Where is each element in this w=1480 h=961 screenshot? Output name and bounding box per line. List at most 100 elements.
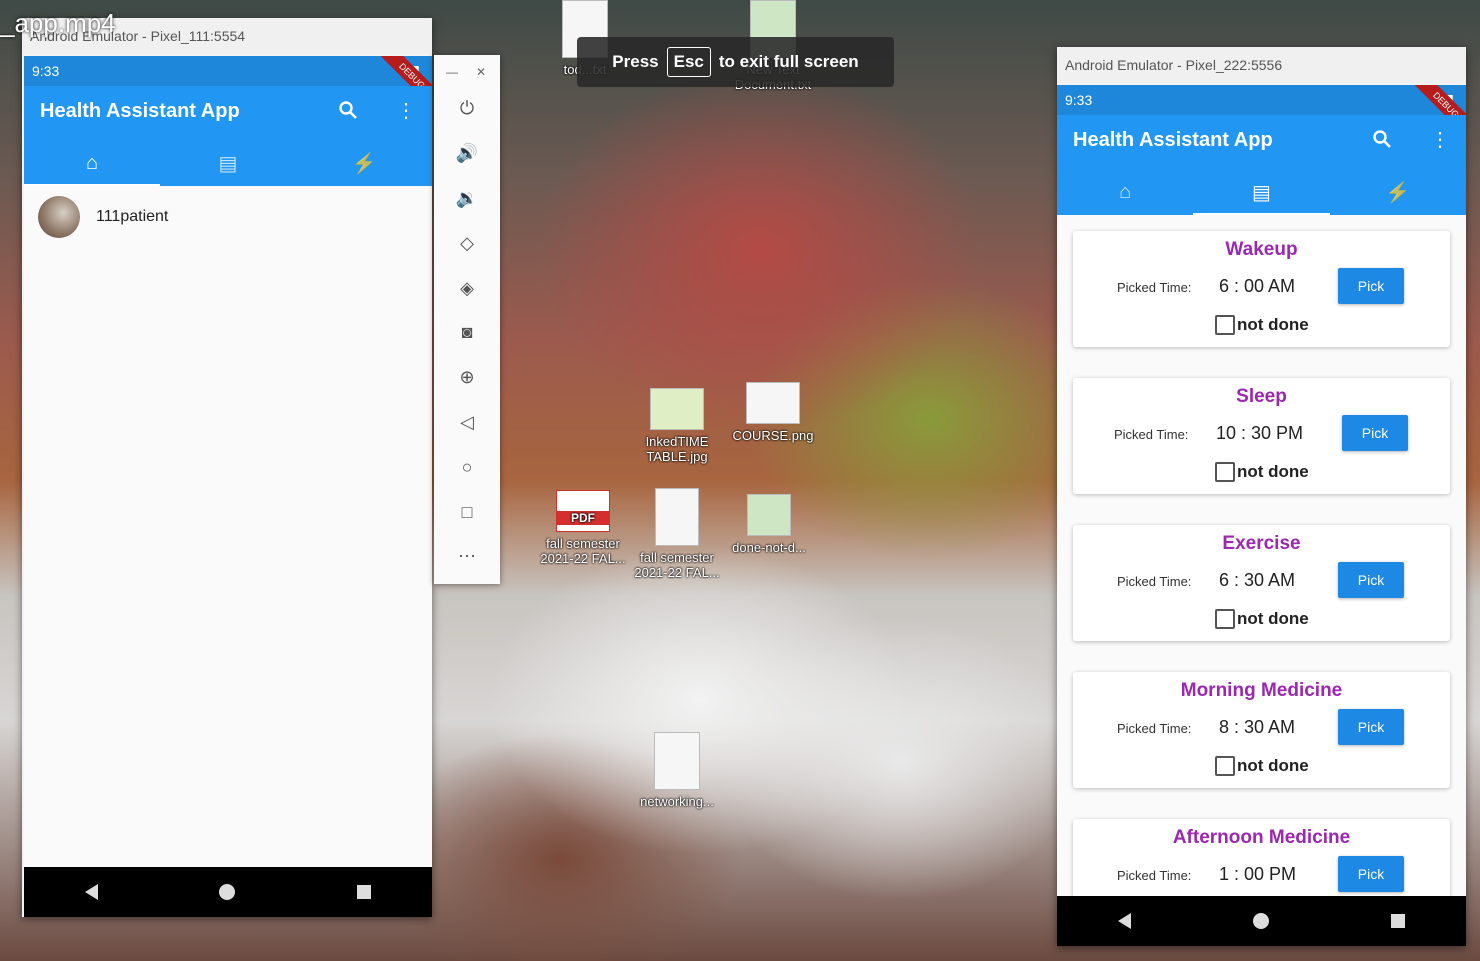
desktop-icon-timetable[interactable]: InkedTIME TABLE.jpg	[632, 388, 722, 464]
tab-list[interactable]: ▤	[1193, 169, 1330, 215]
phone-screen: 9:33 ▾ ▮ DEBUG Health Assistant App ⋮ ⌂ …	[24, 56, 432, 917]
task-title: Exercise	[1222, 533, 1301, 554]
desktop-icon-done-not-done[interactable]: done-not-d...	[724, 494, 814, 555]
picked-time-value: 8 : 30 AM	[1219, 717, 1296, 737]
tab-home[interactable]: ⌂	[24, 140, 160, 186]
back-icon[interactable]	[1118, 913, 1131, 929]
picked-time-value: 6 : 30 AM	[1219, 570, 1296, 590]
power-icon[interactable]: ⏻	[454, 95, 480, 121]
insights-icon: ⚡	[351, 152, 377, 175]
desktop-icon-label: done-not-d...	[732, 540, 806, 555]
tab-stats[interactable]: ⚡	[296, 140, 432, 186]
video-filename-label: _app.mp4	[0, 8, 116, 38]
pick-button[interactable]: Pick	[1338, 856, 1404, 892]
picked-time-label: Picked Time:	[1117, 868, 1192, 883]
avatar	[38, 196, 80, 238]
zoom-icon[interactable]: ⊕	[454, 364, 480, 390]
image-file-icon	[650, 388, 704, 430]
desktop-icon-course[interactable]: COURSE.png	[728, 382, 818, 443]
emulator-controls: — ✕ ⏻ 🔊 🔉 ◇ ◈ ◙ ⊕ ◁ ○ □ ⋯	[434, 55, 500, 584]
status-time: 9:33	[1065, 92, 1093, 108]
task-title: Sleep	[1236, 386, 1287, 407]
pick-button[interactable]: Pick	[1338, 268, 1404, 304]
done-checkbox-row[interactable]: not done	[1215, 315, 1309, 335]
done-checkbox-row[interactable]: not done	[1215, 462, 1309, 482]
close-icon[interactable]: ✕	[476, 65, 486, 79]
camera-icon[interactable]: ◙	[454, 319, 480, 345]
list-item[interactable]: 111patient	[38, 196, 168, 238]
checkbox[interactable]	[1215, 462, 1235, 482]
pick-button[interactable]: Pick	[1338, 709, 1404, 745]
home-circle-icon[interactable]: ○	[454, 454, 480, 480]
task-card: Morning Medicine Picked Time: 8 : 30 AM …	[1073, 672, 1450, 788]
more-icon[interactable]: ⋯	[454, 543, 480, 569]
checkbox[interactable]	[1215, 609, 1235, 629]
image-file-icon	[747, 494, 791, 536]
checkbox-label: not done	[1237, 462, 1309, 481]
app-title: Health Assistant App	[1073, 129, 1273, 151]
home-button-icon[interactable]	[219, 884, 236, 900]
tab-stats[interactable]: ⚡	[1330, 169, 1466, 215]
window-title: Android Emulator - Pixel_222:5556	[1057, 47, 1466, 83]
edge-document-icon	[655, 488, 699, 546]
image-file-icon	[654, 732, 700, 790]
done-checkbox-row[interactable]: not done	[1215, 756, 1309, 776]
notice-exit: to exit full screen	[718, 52, 859, 71]
rotate-right-icon[interactable]: ◈	[454, 275, 480, 301]
pick-button[interactable]: Pick	[1338, 562, 1404, 598]
home-button-icon[interactable]	[1253, 913, 1269, 929]
esc-key: Esc	[666, 47, 711, 77]
back-icon[interactable]	[84, 884, 98, 900]
checkbox-label: not done	[1237, 315, 1309, 334]
more-vert-icon[interactable]: ⋮	[1426, 125, 1454, 153]
desktop-icon-label: networking...	[640, 794, 714, 809]
left-emulator-window: Android Emulator - Pixel_111:5554 9:33 ▾…	[22, 18, 432, 917]
overview-icon[interactable]: □	[454, 499, 480, 525]
notice-press: Press	[612, 52, 659, 71]
volume-down-icon[interactable]: 🔉	[454, 185, 480, 211]
app-title: Health Assistant App	[40, 100, 240, 122]
phone-screen: 9:33 ▾ ▮ DEBUG Health Assistant App ⋮ ⌂ …	[1057, 85, 1466, 946]
sidebar-window-controls: — ✕	[434, 55, 500, 79]
desktop-icon-fall-semester-doc[interactable]: fall semester 2021-22 FAL...	[632, 488, 722, 580]
rotate-left-icon[interactable]: ◇	[454, 230, 480, 256]
search-icon[interactable]	[334, 96, 362, 124]
recents-icon[interactable]	[357, 885, 372, 899]
pick-button[interactable]: Pick	[1342, 415, 1408, 451]
task-title: Wakeup	[1225, 239, 1298, 260]
pdf-icon: PDF	[556, 490, 610, 532]
back-icon[interactable]: ◁	[454, 409, 480, 435]
search-icon[interactable]	[1368, 125, 1396, 153]
minimize-icon[interactable]: —	[446, 65, 458, 79]
desktop-icon-label: fall semester 2021-22 FAL...	[634, 550, 720, 580]
task-card: Sleep Picked Time: 10 : 30 PM Pick not d…	[1073, 378, 1450, 494]
volume-up-icon[interactable]: 🔊	[454, 140, 480, 166]
recents-icon[interactable]	[1391, 914, 1405, 928]
status-time: 9:33	[32, 63, 60, 79]
task-title: Afternoon Medicine	[1172, 827, 1351, 848]
desktop-icon-networking[interactable]: networking...	[632, 732, 722, 809]
app-bar: Health Assistant App ⋮ ⌂ ▤ ⚡	[24, 86, 432, 186]
checkbox-label: not done	[1237, 756, 1309, 775]
task-card: Exercise Picked Time: 6 : 30 AM Pick not…	[1073, 525, 1450, 641]
app-bar: Health Assistant App ⋮ ⌂ ▤ ⚡	[1057, 115, 1466, 215]
checkbox[interactable]	[1215, 315, 1235, 335]
home-icon: ⌂	[85, 151, 99, 174]
tab-home[interactable]: ⌂	[1057, 169, 1193, 215]
android-nav-bar	[24, 867, 432, 917]
home-icon: ⌂	[1119, 180, 1132, 203]
picked-time-label: Picked Time:	[1114, 427, 1189, 442]
list-icon: ▤	[1252, 181, 1271, 204]
desktop-icon-label: fall semester 2021-22 FAL...	[540, 536, 626, 566]
list-icon: ▤	[218, 152, 238, 175]
more-vert-icon[interactable]: ⋮	[392, 96, 420, 124]
picked-time-value: 1 : 00 PM	[1219, 864, 1297, 884]
picked-time-value: 6 : 00 AM	[1219, 276, 1296, 296]
picked-time-label: Picked Time:	[1117, 280, 1192, 295]
checkbox[interactable]	[1215, 756, 1235, 776]
desktop-icon-fall-semester-pdf[interactable]: PDF fall semester 2021-22 FAL...	[538, 490, 628, 566]
patient-name: 111patient	[96, 208, 169, 225]
done-checkbox-row[interactable]: not done	[1215, 609, 1309, 629]
tab-list[interactable]: ▤	[160, 140, 296, 186]
picked-time-label: Picked Time:	[1117, 574, 1192, 589]
